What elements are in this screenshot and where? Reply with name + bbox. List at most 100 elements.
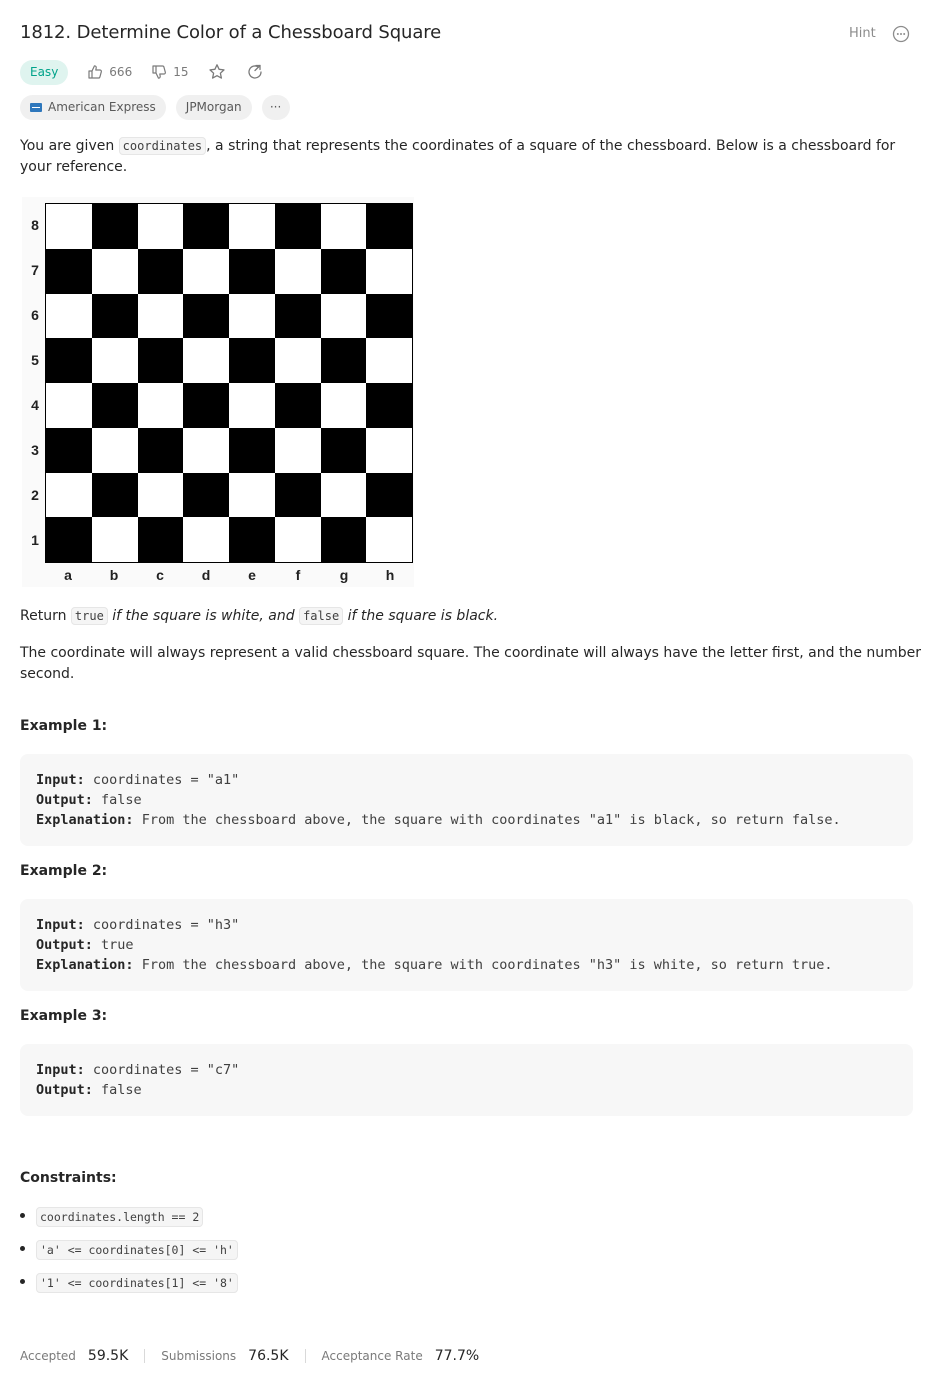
constraints-list: coordinates.length == 2 'a' <= coordinat… — [20, 1206, 238, 1305]
square-e6 — [229, 293, 275, 339]
dislike-count: 15 — [173, 65, 189, 79]
square-g4 — [320, 383, 367, 428]
square-e4 — [229, 383, 275, 428]
square-b5 — [91, 338, 138, 383]
like-count: 666 — [109, 65, 133, 79]
tag-jpmorgan[interactable]: JPMorgan — [175, 95, 252, 120]
constraints-title: Constraints: — [20, 1170, 117, 1186]
file-label: h — [385, 567, 395, 583]
square-b4 — [91, 383, 138, 428]
square-g8 — [320, 204, 367, 249]
constraint-item: coordinates.length == 2 — [20, 1206, 238, 1239]
tag-label: JPMorgan — [185, 100, 242, 114]
square-c4 — [137, 383, 184, 428]
hint-button[interactable]: Hint — [849, 26, 876, 41]
file-label: d — [201, 567, 211, 583]
square-g1 — [320, 517, 367, 562]
submissions-value: 76.5K — [248, 1348, 289, 1364]
square-b7 — [91, 248, 138, 294]
square-c2 — [137, 472, 184, 518]
rank-label: 7 — [31, 262, 39, 278]
like-button[interactable]: 666 — [87, 64, 132, 80]
square-a1 — [46, 517, 92, 562]
square-c5 — [137, 338, 184, 383]
square-h6 — [366, 293, 412, 339]
example-3-title: Example 3: — [20, 1008, 108, 1024]
dislike-button[interactable]: 15 — [151, 64, 188, 80]
example-1-box: Input: coordinates = "a1" Output: false … — [20, 754, 913, 846]
square-h1 — [366, 517, 412, 562]
share-icon[interactable] — [246, 63, 264, 81]
inline-code: false — [299, 607, 344, 625]
square-f2 — [274, 472, 321, 518]
square-h3 — [366, 427, 412, 473]
inline-code: coordinates — [118, 137, 207, 155]
example-2-title: Example 2: — [20, 863, 108, 879]
rank-label: 5 — [31, 352, 39, 368]
american-express-logo-icon — [30, 103, 42, 112]
square-d7 — [183, 248, 229, 294]
constraint-item: 'a' <= coordinates[0] <= 'h' — [20, 1239, 238, 1272]
rank-label: 6 — [31, 307, 39, 323]
square-f3 — [274, 427, 321, 473]
square-g5 — [320, 338, 367, 383]
square-b8 — [91, 204, 138, 249]
more-tags-button[interactable]: ··· — [261, 95, 290, 120]
chessboard-grid — [45, 203, 413, 563]
square-f8 — [274, 204, 321, 249]
file-label: b — [109, 567, 119, 583]
difficulty-badge: Easy — [20, 59, 69, 85]
problem-title: 1812. Determine Color of a Chessboard Sq… — [20, 22, 442, 43]
square-d3 — [183, 427, 229, 473]
square-e8 — [229, 204, 275, 249]
submissions-label: Submissions — [161, 1349, 237, 1363]
square-a3 — [46, 427, 92, 473]
description-paragraph-3: The coordinate will always represent a v… — [20, 645, 922, 682]
square-b3 — [91, 427, 138, 473]
square-d4 — [183, 383, 229, 428]
square-a2 — [46, 472, 92, 518]
rank-label: 1 — [31, 532, 39, 548]
square-c6 — [137, 293, 184, 339]
square-h7 — [366, 248, 412, 294]
accepted-label: Accepted — [20, 1349, 76, 1363]
thumbs-down-icon — [152, 65, 167, 79]
problem-meta-row: Easy 666 15 — [20, 59, 264, 85]
square-a7 — [46, 248, 92, 294]
square-d6 — [183, 293, 229, 339]
square-g3 — [320, 427, 367, 473]
file-label: e — [248, 567, 256, 583]
file-label: a — [64, 567, 72, 583]
file-label: c — [156, 567, 164, 583]
accepted-value: 59.5K — [87, 1348, 129, 1364]
square-a5 — [46, 338, 92, 383]
square-c7 — [137, 248, 184, 294]
star-icon[interactable] — [208, 63, 226, 81]
rank-label: 3 — [31, 442, 39, 458]
square-a8 — [46, 204, 92, 249]
file-label: g — [339, 567, 349, 583]
example-1-title: Example 1: — [20, 718, 108, 734]
square-g6 — [320, 293, 367, 339]
example-3-box: Input: coordinates = "c7" Output: false — [20, 1044, 913, 1116]
acceptance-rate-value: 77.7% — [434, 1348, 480, 1364]
square-a6 — [46, 293, 92, 339]
square-e7 — [229, 248, 275, 294]
square-f6 — [274, 293, 321, 339]
square-c8 — [137, 204, 184, 249]
more-options-icon[interactable] — [892, 25, 910, 43]
company-tags: American Express JPMorgan ··· — [20, 95, 300, 120]
square-g7 — [320, 248, 367, 294]
square-g2 — [320, 472, 367, 518]
square-b2 — [91, 472, 138, 518]
square-f4 — [274, 383, 321, 428]
constraint-item: '1' <= coordinates[1] <= '8' — [20, 1272, 238, 1305]
square-h8 — [366, 204, 412, 249]
divider — [304, 1349, 306, 1363]
tag-label: American Express — [48, 100, 156, 114]
tag-american-express[interactable]: American Express — [20, 95, 166, 120]
square-e3 — [229, 427, 275, 473]
square-b6 — [91, 293, 138, 339]
example-2-box: Input: coordinates = "h3" Output: true E… — [20, 899, 913, 991]
square-f5 — [274, 338, 321, 383]
